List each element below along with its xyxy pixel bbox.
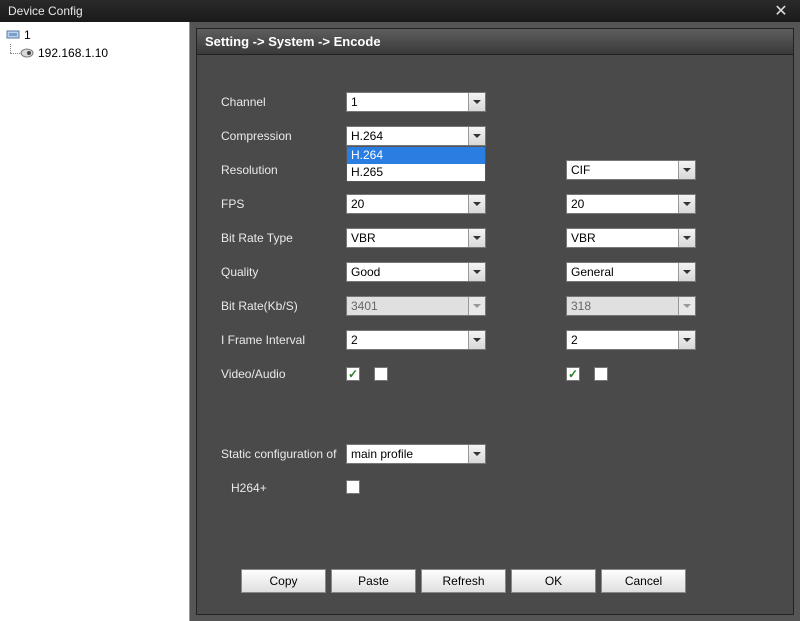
label-resolution: Resolution [221,163,346,177]
video-sub-checkbox[interactable] [566,367,580,381]
button-row: Copy Paste Refresh OK Cancel [241,569,769,593]
compression-select[interactable]: H.264 [346,126,486,146]
encode-form: Channel 1 Compression H.264 [197,55,793,593]
chevron-down-icon [678,229,695,247]
quality-sub-select[interactable]: General [566,262,696,282]
chevron-down-icon [678,195,695,213]
chevron-down-icon [678,297,695,315]
device-tree: 1 192.168.1.10 [0,22,190,621]
device-config-window: Device Config ✕ 1 192.168.1.10 Setting -… [0,0,800,621]
chevron-down-icon [468,229,485,247]
audio-main-checkbox[interactable] [374,367,388,381]
chevron-down-icon [468,263,485,281]
content-area: Setting -> System -> Encode Channel 1 Co… [190,22,800,621]
close-icon[interactable]: ✕ [770,3,792,19]
breadcrumb: Setting -> System -> Encode [197,29,793,55]
chevron-down-icon [468,93,485,111]
fps-sub-select[interactable]: 20 [566,194,696,214]
label-staticconf: Static configuration of [221,447,356,461]
copy-button[interactable]: Copy [241,569,326,593]
resolution-sub-select[interactable]: CIF [566,160,696,180]
ok-button[interactable]: OK [511,569,596,593]
iframe-sub-select[interactable]: 2 [566,330,696,350]
label-videoaudio: Video/Audio [221,367,346,381]
bitratetype-select[interactable]: VBR [346,228,486,248]
compression-option-h264[interactable]: H.264 [347,147,485,164]
label-bitrate: Bit Rate(Kb/S) [221,299,346,313]
window-title: Device Config [8,4,83,18]
chevron-down-icon [468,331,485,349]
camera-icon [20,47,34,59]
chevron-down-icon [468,195,485,213]
bitratetype-sub-select[interactable]: VBR [566,228,696,248]
chevron-down-icon [468,127,485,145]
label-h264plus: H264+ [221,481,346,495]
audio-sub-checkbox[interactable] [594,367,608,381]
compression-option-h265[interactable]: H.265 [347,164,485,181]
label-iframe: I Frame Interval [221,333,346,347]
h264plus-checkbox[interactable] [346,480,360,494]
channel-select[interactable]: 1 [346,92,486,112]
label-quality: Quality [221,265,346,279]
cancel-button[interactable]: Cancel [601,569,686,593]
paste-button[interactable]: Paste [331,569,416,593]
label-compression: Compression [221,129,346,143]
label-fps: FPS [221,197,346,211]
chevron-down-icon [678,263,695,281]
fps-select[interactable]: 20 [346,194,486,214]
tree-root-label: 1 [24,28,31,42]
video-main-checkbox[interactable] [346,367,360,381]
chevron-down-icon [468,297,485,315]
refresh-button[interactable]: Refresh [421,569,506,593]
device-icon [6,29,20,41]
tree-child[interactable]: 192.168.1.10 [2,44,187,62]
chevron-down-icon [678,161,695,179]
compression-dropdown: H.264 H.265 [346,146,486,182]
chevron-down-icon [678,331,695,349]
label-bitratetype: Bit Rate Type [221,231,346,245]
bitrate-sub-select: 318 [566,296,696,316]
window-body: 1 192.168.1.10 Setting -> System -> Enco… [0,22,800,621]
quality-select[interactable]: Good [346,262,486,282]
titlebar: Device Config ✕ [0,0,800,22]
static-profile-select[interactable]: main profile [346,444,486,464]
settings-panel: Setting -> System -> Encode Channel 1 Co… [196,28,794,615]
iframe-select[interactable]: 2 [346,330,486,350]
chevron-down-icon [468,445,485,463]
tree-child-label: 192.168.1.10 [38,46,108,60]
bitrate-select: 3401 [346,296,486,316]
tree-root[interactable]: 1 [2,26,187,44]
label-channel: Channel [221,95,346,109]
